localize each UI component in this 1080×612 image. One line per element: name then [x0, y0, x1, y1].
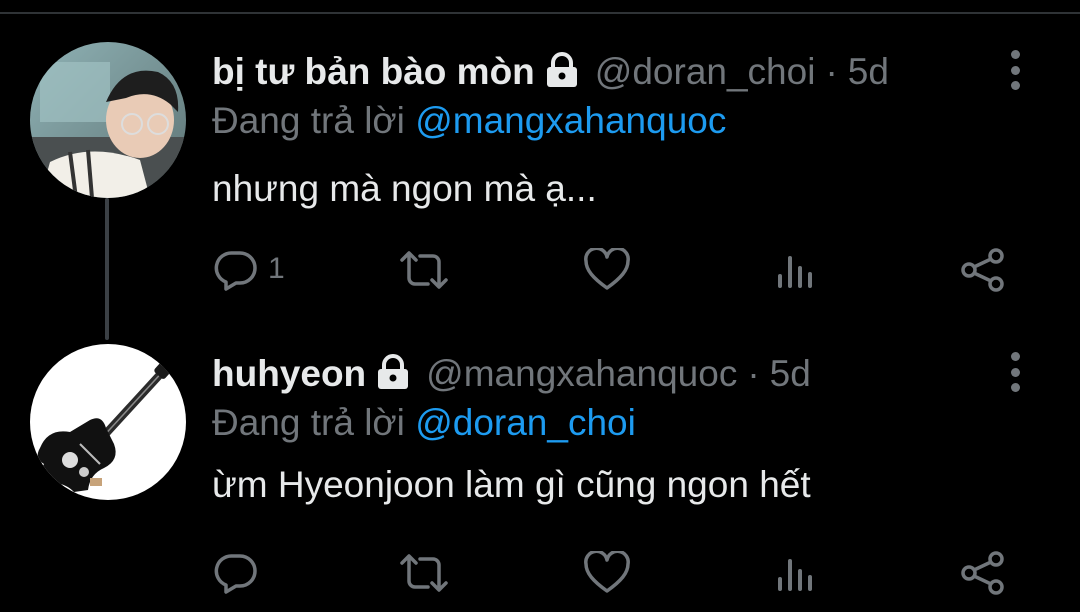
timestamp[interactable]: 5d — [848, 51, 889, 93]
timestamp[interactable]: 5d — [770, 353, 811, 395]
reply-mention-link[interactable]: @mangxahanquoc — [415, 100, 726, 141]
tweet-text: ừm Hyeonjoon làm gì cũng ngon hết — [212, 464, 811, 505]
lock-icon — [374, 353, 412, 395]
like-button[interactable] — [583, 551, 631, 595]
top-divider — [0, 12, 1080, 14]
analytics-icon — [778, 559, 812, 591]
reply-prefix: Đang trả lời — [212, 100, 405, 141]
like-icon — [584, 551, 630, 593]
reply-button[interactable]: 1 — [214, 247, 285, 291]
like-icon — [584, 248, 630, 290]
retweet-icon — [400, 251, 448, 289]
avatar[interactable] — [30, 42, 186, 198]
tweet-header: huhyeon @mangxahanquoc · 5d — [212, 344, 811, 404]
reply-prefix: Đang trả lời — [212, 402, 405, 443]
more-icon[interactable] — [1003, 352, 1027, 392]
tweet-text: nhưng mà ngon mà ạ... — [212, 168, 597, 209]
avatar[interactable] — [30, 344, 186, 500]
person-photo-avatar-icon — [30, 42, 186, 198]
action-bar — [0, 546, 1080, 596]
replying-to: Đang trả lời @mangxahanquoc — [212, 100, 726, 142]
separator-dot: · — [747, 353, 760, 394]
reply-icon — [214, 554, 257, 594]
reply-mention-link[interactable]: @doran_choi — [415, 402, 636, 443]
action-bar: 1 — [0, 242, 1080, 292]
replying-to: Đang trả lời @doran_choi — [212, 402, 636, 444]
lock-icon — [543, 51, 581, 93]
retweet-button[interactable] — [398, 553, 450, 593]
share-button[interactable] — [960, 551, 1006, 595]
share-icon — [961, 551, 1004, 595]
user-handle[interactable]: @mangxahanquoc — [426, 353, 737, 395]
reply-button[interactable] — [214, 550, 268, 594]
retweet-icon — [400, 554, 448, 592]
display-name[interactable]: bị tư bản bào mòn — [212, 51, 535, 93]
share-icon — [961, 248, 1004, 292]
reply-count: 1 — [268, 252, 285, 285]
user-handle[interactable]: @doran_choi — [595, 51, 816, 93]
guitar-avatar-icon — [30, 344, 186, 500]
analytics-button[interactable] — [776, 553, 816, 593]
tweet-header: bị tư bản bào mòn @doran_choi · 5d — [212, 42, 889, 102]
analytics-icon — [778, 256, 812, 288]
display-name[interactable]: huhyeon — [212, 353, 366, 395]
more-icon[interactable] — [1003, 50, 1027, 90]
analytics-button[interactable] — [776, 250, 816, 290]
reply-icon — [214, 251, 257, 291]
retweet-button[interactable] — [398, 250, 450, 290]
like-button[interactable] — [583, 248, 631, 292]
separator-dot: · — [825, 51, 838, 92]
share-button[interactable] — [960, 248, 1006, 292]
